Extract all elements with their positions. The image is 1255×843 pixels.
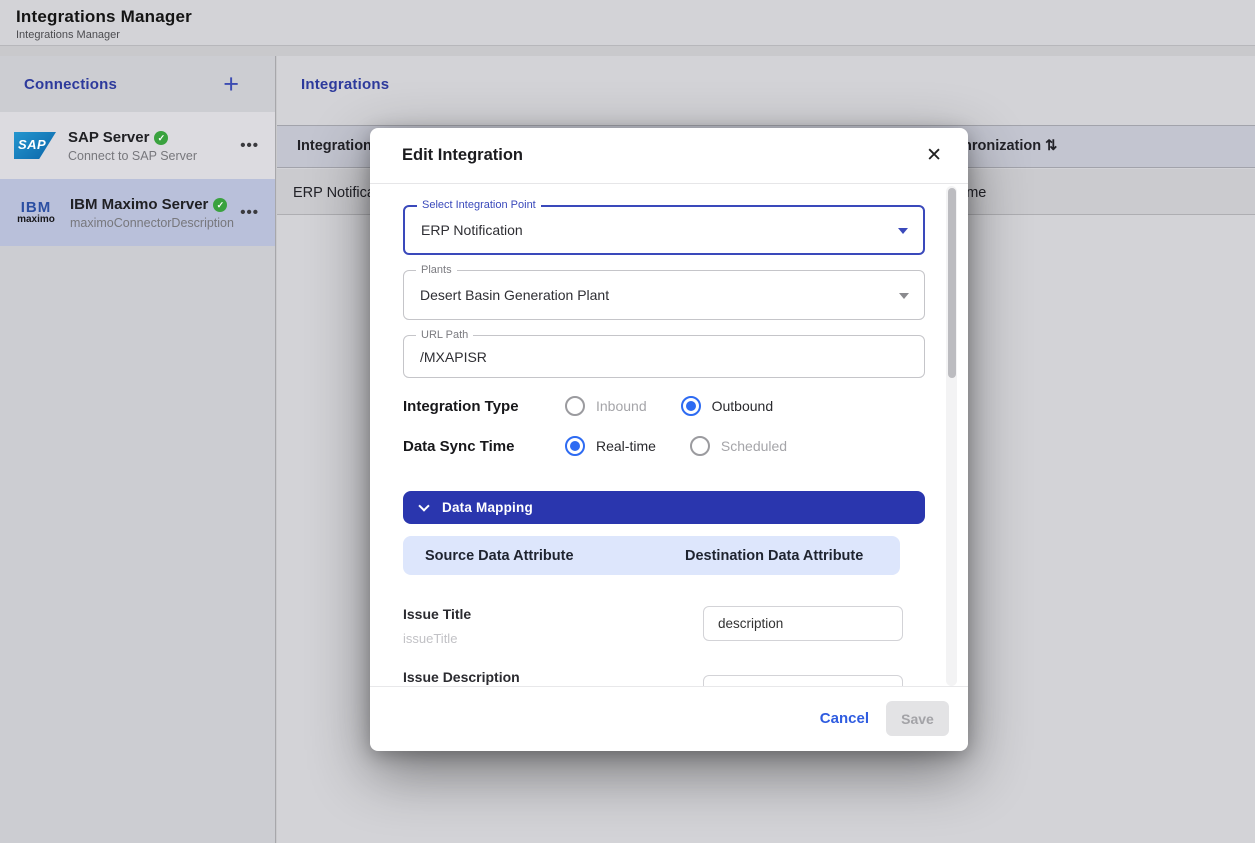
radio-circle-icon — [690, 436, 710, 456]
page-subtitle: Integrations Manager — [16, 29, 1255, 41]
connection-texts: IBM Maximo Server ✓ maximoConnectorDescri… — [70, 196, 240, 230]
data-mapping-title: Data Mapping — [442, 500, 533, 515]
data-sync-time-group: Data Sync Time Real-time Scheduled — [403, 432, 924, 460]
sap-logo: SAP — [14, 132, 56, 159]
connection-item-sap[interactable]: SAP SAP Server ✓ Connect to SAP Server ••… — [0, 112, 275, 179]
destination-input[interactable]: description.longdescription — [703, 675, 903, 686]
save-button[interactable]: Save — [886, 701, 949, 736]
connection-menu-icon[interactable]: ••• — [240, 204, 259, 221]
connection-texts: SAP Server ✓ Connect to SAP Server — [68, 129, 240, 163]
connection-description: Connect to SAP Server — [68, 149, 240, 163]
connection-name: SAP Server ✓ — [68, 129, 240, 146]
radio-inbound[interactable]: Inbound — [565, 396, 681, 416]
data-synchronization-column-header[interactable]: hronization ⇅ — [963, 138, 1057, 154]
chevron-down-icon — [898, 228, 908, 234]
radio-label: Scheduled — [721, 438, 787, 454]
source-label: Issue Title — [403, 606, 703, 622]
plants-value: Desert Basin Generation Plant — [404, 271, 924, 319]
url-path-field[interactable]: URL Path /MXAPISR — [403, 335, 925, 378]
page-title: Integrations Manager — [16, 7, 1255, 27]
radio-outbound[interactable]: Outbound — [681, 396, 808, 416]
dialog-header: Edit Integration ✕ — [370, 128, 968, 184]
plants-label: Plants — [416, 264, 457, 276]
data-sync-time-label: Data Sync Time — [403, 438, 548, 455]
integrations-panel-header: Integrations — [277, 56, 1255, 112]
connection-description: maximoConnectorDescription — [70, 216, 240, 230]
ibm-logo-text: IBM — [14, 200, 58, 215]
radio-label: Real-time — [596, 438, 656, 454]
mapping-source: Issue Title issueTitle — [403, 606, 703, 646]
connections-panel: Connections + SAP SAP Server ✓ Connect to… — [0, 56, 276, 843]
radio-scheduled[interactable]: Scheduled — [690, 436, 821, 456]
integration-type-label: Integration Type — [403, 398, 548, 415]
mapping-source: Issue Description — [403, 669, 703, 686]
chevron-down-icon — [899, 293, 909, 299]
source-attribute: issueTitle — [403, 631, 703, 646]
add-connection-button[interactable]: + — [223, 71, 239, 98]
dialog-scrollbar[interactable] — [946, 186, 957, 686]
app-header: Integrations Manager Integrations Manage… — [0, 0, 1255, 46]
page: Integrations Manager Integrations Manage… — [0, 0, 1255, 843]
connection-item-ibm-maximo[interactable]: IBM maximo IBM Maximo Server ✓ maximoConn… — [0, 179, 275, 246]
connection-menu-icon[interactable]: ••• — [240, 137, 259, 154]
mapping-row-issue-description: Issue Description description.longdescri… — [403, 669, 925, 686]
edit-integration-dialog: Edit Integration ✕ Select Integration Po… — [370, 128, 968, 751]
cancel-button[interactable]: Cancel — [820, 710, 869, 727]
radio-label: Inbound — [596, 398, 647, 414]
url-path-value: /MXAPISR — [404, 336, 924, 377]
connection-name: IBM Maximo Server ✓ — [70, 196, 240, 213]
radio-circle-icon — [681, 396, 701, 416]
dialog-footer: Cancel Save — [370, 686, 968, 750]
ibm-maximo-logo: IBM maximo — [14, 200, 58, 225]
scrollbar-thumb[interactable] — [948, 188, 956, 378]
destination-input[interactable]: description — [703, 606, 903, 641]
integration-type-group: Integration Type Inbound Outbound — [403, 392, 924, 420]
maximo-logo-text: maximo — [14, 215, 58, 225]
connections-panel-header: Connections + — [0, 56, 275, 112]
connection-name-text: SAP Server — [68, 129, 149, 146]
radio-circle-icon — [565, 396, 585, 416]
close-icon[interactable]: ✕ — [926, 146, 942, 165]
radio-circle-icon — [565, 436, 585, 456]
integration-point-label: Select Integration Point — [417, 199, 541, 211]
integration-point-select[interactable]: Select Integration Point ERP Notificatio… — [403, 205, 925, 255]
verified-icon: ✓ — [213, 198, 227, 212]
plants-select[interactable]: Plants Desert Basin Generation Plant — [403, 270, 925, 320]
data-mapping-section-header[interactable]: Data Mapping — [403, 491, 925, 524]
mapping-row-issue-title: Issue Title issueTitle description — [403, 606, 925, 646]
chevron-down-icon — [418, 500, 429, 511]
mapping-columns-header: Source Data Attribute Destination Data A… — [403, 536, 900, 575]
dialog-content: Select Integration Point ERP Notificatio… — [370, 184, 968, 686]
radio-label: Outbound — [712, 398, 774, 414]
radio-real-time[interactable]: Real-time — [565, 436, 690, 456]
integration-point-value: ERP Notification — [405, 207, 923, 253]
destination-attribute-column: Destination Data Attribute — [685, 548, 863, 564]
connection-name-text: IBM Maximo Server — [70, 196, 208, 213]
source-attribute-column: Source Data Attribute — [425, 548, 685, 564]
verified-icon: ✓ — [154, 131, 168, 145]
dialog-title: Edit Integration — [402, 146, 523, 165]
source-label: Issue Description — [403, 669, 703, 685]
connections-title: Connections — [24, 76, 117, 93]
integrations-title: Integrations — [301, 76, 389, 93]
url-path-label: URL Path — [416, 329, 473, 341]
